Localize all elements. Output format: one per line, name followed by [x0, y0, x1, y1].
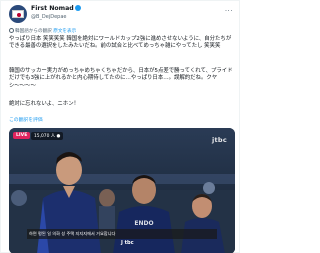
tweet-header: First Nomad @B_DejDepae ··· [9, 5, 233, 23]
tweet-paragraph: 絶対に忘れないよ、ニホン！ [9, 101, 79, 107]
viewer-count: 15,070 人 ● [31, 132, 64, 140]
broadcaster-logo: J tbc [121, 240, 134, 246]
live-badge: LIVE [13, 132, 31, 139]
translated-label: 韓国語からの翻訳 [15, 29, 52, 34]
author-display-name[interactable]: First Nomad [31, 5, 81, 13]
tweet-paragraph: やっぱり日本 笑笑笑笑 韓国を絶対にワールドカップ2強に進めさせないように、自分… [9, 36, 232, 50]
broadcast-caption: 하면 평된 일 의화 성 주택 지지지에서 거요합니다 [29, 231, 116, 236]
author-names: First Nomad @B_DejDepae [31, 5, 81, 21]
japan-flag-icon [12, 10, 24, 18]
avatar[interactable] [9, 5, 27, 23]
more-options-icon[interactable]: ··· [225, 7, 233, 15]
broadcaster-watermark: jtbc [211, 136, 227, 144]
rate-translation-link[interactable]: この翻訳を評価 [9, 116, 43, 123]
show-original-link[interactable]: 原文を表示 [53, 29, 76, 34]
tweet-media-video[interactable]: ENDO LIVE 15,070 人 ● jtbc 하면 평된 일 의화 성 주… [9, 128, 235, 253]
tweet-card: First Nomad @B_DejDepae ··· 韓国語からの翻訳 原文を… [0, 0, 240, 253]
verified-badge-icon [74, 5, 81, 11]
broadcast-caption-bar: 하면 평된 일 의화 성 주택 지지지에서 거요합니다 [27, 229, 217, 239]
author-handle[interactable]: @B_DejDepae [31, 13, 81, 21]
globe-icon [9, 28, 14, 33]
jersey-name-text: ENDO [134, 220, 153, 227]
translation-notice: 韓国語からの翻訳 原文を表示 [9, 28, 76, 34]
tweet-paragraph: 韓国のサッカー実力がめっちゃめちゃくちゃだから、日本が5点差で勝ってくれて、プラ… [9, 68, 233, 89]
